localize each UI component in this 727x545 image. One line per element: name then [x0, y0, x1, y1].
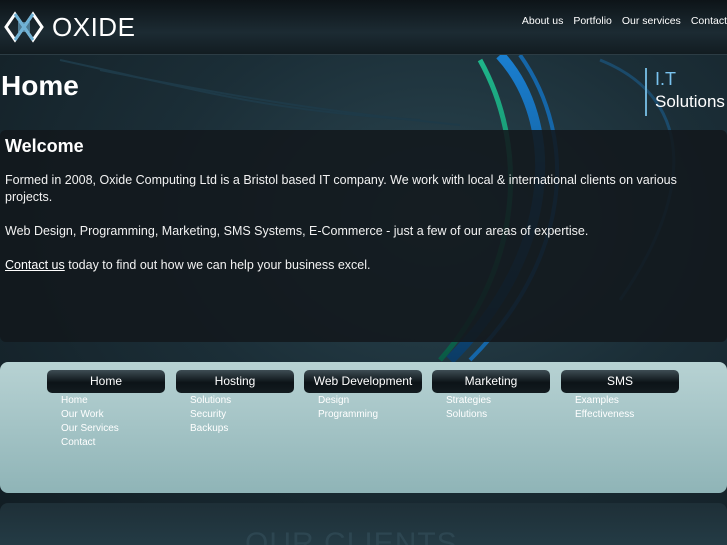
welcome-para-2: Web Design, Programming, Marketing, SMS …: [5, 224, 589, 238]
menu-head-home[interactable]: Home: [47, 370, 165, 393]
logo[interactable]: OXIDE: [2, 8, 135, 46]
menu-col-web-development: Web Development Design Programming: [304, 370, 422, 422]
menu-head-sms[interactable]: SMS: [561, 370, 679, 393]
menu-link[interactable]: Solutions: [190, 394, 294, 408]
welcome-para-3-text: today to find out how we can help your b…: [64, 258, 371, 272]
welcome-para-1: Formed in 2008, Oxide Computing Ltd is a…: [5, 173, 677, 204]
menu-col-hosting: Hosting Solutions Security Backups: [176, 370, 294, 436]
menu-link[interactable]: Security: [190, 408, 294, 422]
menu-link[interactable]: Solutions: [446, 408, 550, 422]
menu-link[interactable]: Programming: [318, 408, 422, 422]
menu-col-home: Home Home Our Work Our Services Contact: [47, 370, 165, 450]
nav-about-us[interactable]: About us: [522, 15, 563, 27]
logo-mark-icon: [4, 11, 44, 43]
menu-link[interactable]: Effectiveness: [575, 408, 679, 422]
tagline-line2: Solutions: [655, 92, 725, 111]
menu-link[interactable]: Home: [61, 394, 165, 408]
footer-menu-panel: Home Home Our Work Our Services Contact …: [0, 362, 727, 493]
menu-link[interactable]: Examples: [575, 394, 679, 408]
contact-us-link[interactable]: Contact us: [5, 258, 65, 272]
site-header: OXIDE About us Portfolio Our services Co…: [0, 0, 727, 55]
tagline: I.T Solutions: [645, 68, 725, 116]
menu-col-marketing: Marketing Strategies Solutions: [432, 370, 550, 422]
menu-link[interactable]: Our Services: [61, 422, 165, 436]
nav-contact[interactable]: Contact: [691, 15, 727, 27]
menu-head-marketing[interactable]: Marketing: [432, 370, 550, 393]
menu-link[interactable]: Backups: [190, 422, 294, 436]
menu-head-hosting[interactable]: Hosting: [176, 370, 294, 393]
top-nav: About us Portfolio Our services Contact: [512, 15, 727, 27]
menu-head-web-development[interactable]: Web Development: [304, 370, 422, 393]
menu-link[interactable]: Strategies: [446, 394, 550, 408]
nav-portfolio[interactable]: Portfolio: [573, 15, 612, 27]
welcome-heading: Welcome: [5, 136, 84, 156]
menu-link[interactable]: Our Work: [61, 408, 165, 422]
nav-our-services[interactable]: Our services: [622, 15, 681, 27]
clients-panel: OUR CLIENTS: [0, 503, 727, 545]
menu-link[interactable]: Design: [318, 394, 422, 408]
logo-text: OXIDE: [52, 11, 136, 42]
menu-col-sms: SMS Examples Effectiveness: [561, 370, 679, 422]
welcome-para-3: Contact us today to find out how we can …: [5, 257, 722, 274]
menu-link[interactable]: Contact: [61, 436, 165, 450]
clients-title: OUR CLIENTS: [245, 527, 458, 545]
welcome-panel: Welcome Formed in 2008, Oxide Computing …: [0, 130, 727, 342]
tagline-line1: I.T: [655, 69, 676, 89]
page-title: Home: [1, 70, 79, 101]
